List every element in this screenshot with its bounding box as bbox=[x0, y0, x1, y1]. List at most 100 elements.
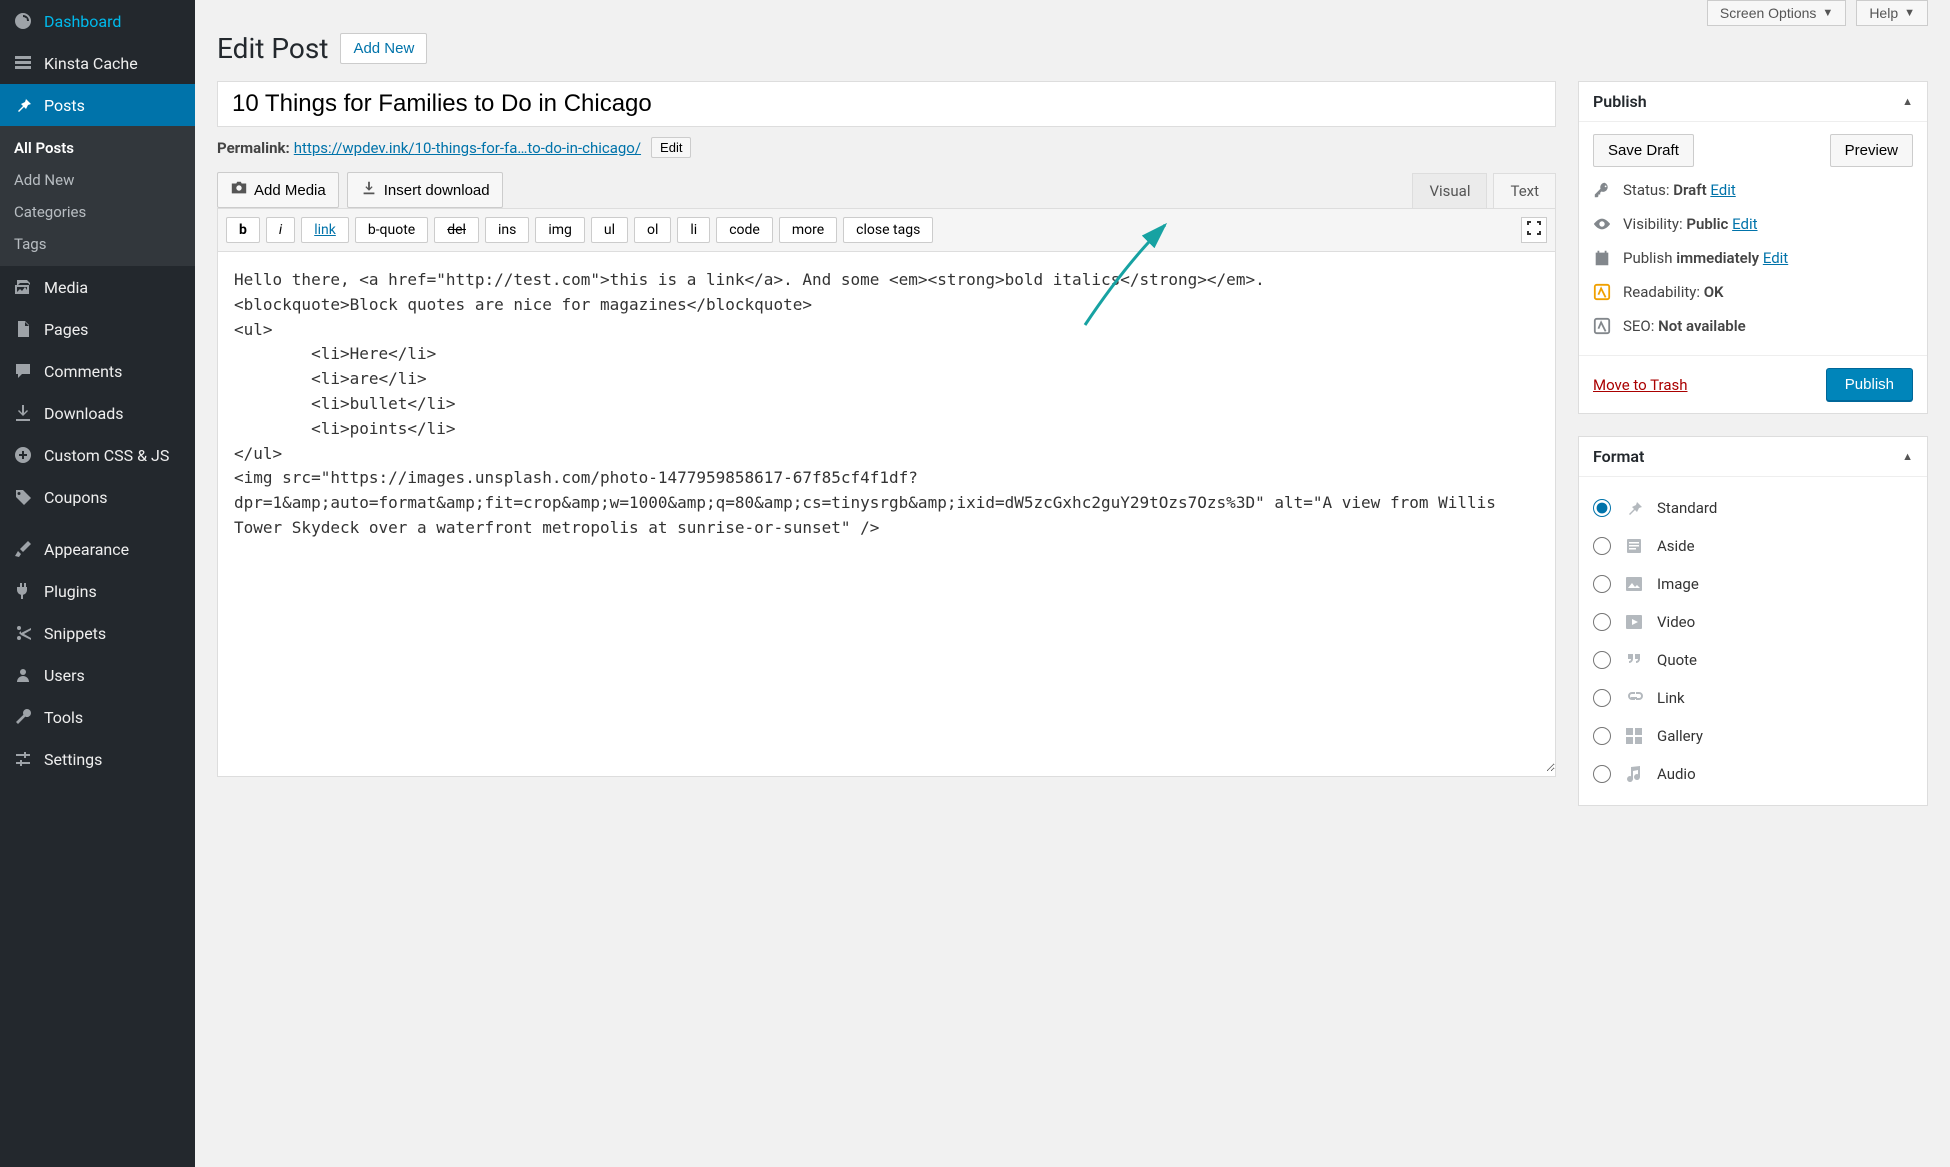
users-icon bbox=[12, 664, 34, 686]
sidebar-submenu-posts: All Posts Add New Categories Tags bbox=[0, 126, 195, 266]
sidebar-item-label: Tools bbox=[44, 708, 83, 727]
format-option-audio[interactable]: Audio bbox=[1593, 755, 1913, 793]
format-radio[interactable] bbox=[1593, 727, 1611, 745]
edit-visibility-link[interactable]: Edit bbox=[1732, 215, 1757, 233]
format-label: Link bbox=[1657, 689, 1685, 707]
add-media-button[interactable]: Add Media bbox=[217, 172, 339, 208]
qt-link-button[interactable]: link bbox=[301, 217, 349, 243]
sidebar-sub-tags[interactable]: Tags bbox=[0, 228, 195, 260]
gallery-format-icon bbox=[1623, 725, 1645, 747]
sidebar-sub-categories[interactable]: Categories bbox=[0, 196, 195, 228]
sidebar-item-label: Settings bbox=[44, 750, 102, 769]
sidebar-item-custom-css-js[interactable]: Custom CSS & JS bbox=[0, 434, 195, 476]
sidebar-item-snippets[interactable]: Snippets bbox=[0, 612, 195, 654]
qt-del-button[interactable]: del bbox=[434, 217, 479, 243]
pin-icon bbox=[12, 94, 34, 116]
edit-permalink-button[interactable]: Edit bbox=[651, 137, 691, 158]
sidebar-item-downloads[interactable]: Downloads bbox=[0, 392, 195, 434]
move-to-trash-link[interactable]: Move to Trash bbox=[1593, 376, 1687, 394]
sidebar-item-dashboard[interactable]: Dashboard bbox=[0, 0, 195, 42]
format-radio[interactable] bbox=[1593, 689, 1611, 707]
qt-code-button[interactable]: code bbox=[716, 217, 773, 243]
qt-closetags-button[interactable]: close tags bbox=[843, 217, 933, 243]
format-radio[interactable] bbox=[1593, 651, 1611, 669]
key-icon bbox=[1593, 181, 1613, 199]
publish-metabox: Publish ▲ Save Draft Preview Status: Dra… bbox=[1578, 81, 1928, 414]
post-title-input[interactable] bbox=[217, 81, 1556, 127]
format-label: Aside bbox=[1657, 537, 1695, 555]
sidebar-sub-add-new[interactable]: Add New bbox=[0, 164, 195, 196]
format-option-aside[interactable]: Aside bbox=[1593, 527, 1913, 565]
permalink-row: Permalink: https://wpdev.ink/10-things-f… bbox=[217, 137, 1556, 158]
sidebar-item-posts[interactable]: Posts bbox=[0, 84, 195, 126]
sidebar-item-kinsta-cache[interactable]: Kinsta Cache bbox=[0, 42, 195, 84]
sidebar-sub-all-posts[interactable]: All Posts bbox=[0, 132, 195, 164]
sidebar-item-label: Appearance bbox=[44, 540, 129, 559]
sidebar-item-label: Custom CSS & JS bbox=[44, 446, 169, 465]
sidebar-item-coupons[interactable]: Coupons bbox=[0, 476, 195, 518]
qt-bquote-button[interactable]: b-quote bbox=[355, 217, 428, 243]
chevron-up-icon: ▲ bbox=[1902, 450, 1913, 463]
screen-options-button[interactable]: Screen Options ▼ bbox=[1707, 0, 1846, 26]
publish-button[interactable]: Publish bbox=[1826, 368, 1913, 401]
help-button[interactable]: Help ▼ bbox=[1856, 0, 1928, 26]
sidebar-item-comments[interactable]: Comments bbox=[0, 350, 195, 392]
qt-more-button[interactable]: more bbox=[779, 217, 837, 243]
dashboard-icon bbox=[12, 10, 34, 32]
format-metabox-toggle[interactable]: Format ▲ bbox=[1579, 437, 1927, 477]
sidebar-item-tools[interactable]: Tools bbox=[0, 696, 195, 738]
wrench-icon bbox=[12, 706, 34, 728]
quote-format-icon bbox=[1623, 649, 1645, 671]
qt-ul-button[interactable]: ul bbox=[591, 217, 628, 243]
fullscreen-icon bbox=[1527, 221, 1541, 239]
sidebar-item-media[interactable]: Media bbox=[0, 266, 195, 308]
format-option-standard[interactable]: Standard bbox=[1593, 489, 1913, 527]
qt-img-button[interactable]: img bbox=[535, 217, 585, 243]
format-option-link[interactable]: Link bbox=[1593, 679, 1913, 717]
comments-icon bbox=[12, 360, 34, 382]
format-option-quote[interactable]: Quote bbox=[1593, 641, 1913, 679]
media-icon bbox=[12, 276, 34, 298]
format-radio[interactable] bbox=[1593, 765, 1611, 783]
download-icon bbox=[360, 179, 378, 201]
qt-bold-button[interactable]: b bbox=[226, 217, 260, 243]
edit-schedule-link[interactable]: Edit bbox=[1763, 249, 1788, 267]
format-radio[interactable] bbox=[1593, 537, 1611, 555]
fullscreen-button[interactable] bbox=[1521, 217, 1547, 243]
format-option-image[interactable]: Image bbox=[1593, 565, 1913, 603]
qt-li-button[interactable]: li bbox=[677, 217, 710, 243]
format-radio[interactable] bbox=[1593, 499, 1611, 517]
format-option-gallery[interactable]: Gallery bbox=[1593, 717, 1913, 755]
format-label: Quote bbox=[1657, 651, 1697, 669]
format-option-video[interactable]: Video bbox=[1593, 603, 1913, 641]
downloads-icon bbox=[12, 402, 34, 424]
sidebar-item-users[interactable]: Users bbox=[0, 654, 195, 696]
save-draft-button[interactable]: Save Draft bbox=[1593, 134, 1694, 167]
permalink-link[interactable]: https://wpdev.ink/10-things-for-fa…to-do… bbox=[294, 139, 641, 157]
format-radio[interactable] bbox=[1593, 613, 1611, 631]
qt-ins-button[interactable]: ins bbox=[485, 217, 529, 243]
preview-button[interactable]: Preview bbox=[1830, 134, 1913, 167]
sidebar-item-plugins[interactable]: Plugins bbox=[0, 570, 195, 612]
sidebar-item-settings[interactable]: Settings bbox=[0, 738, 195, 780]
publish-title: Publish bbox=[1593, 92, 1647, 111]
sidebar-item-label: Pages bbox=[44, 320, 88, 339]
add-new-button[interactable]: Add New bbox=[340, 33, 427, 64]
sidebar-item-pages[interactable]: Pages bbox=[0, 308, 195, 350]
sidebar-item-label: Downloads bbox=[44, 404, 123, 423]
format-label: Image bbox=[1657, 575, 1699, 593]
tab-text[interactable]: Text bbox=[1493, 173, 1556, 208]
sidebar-item-label: Media bbox=[44, 278, 88, 297]
insert-download-button[interactable]: Insert download bbox=[347, 172, 503, 208]
edit-status-link[interactable]: Edit bbox=[1710, 181, 1735, 199]
format-radio[interactable] bbox=[1593, 575, 1611, 593]
qt-ol-button[interactable]: ol bbox=[634, 217, 671, 243]
publish-metabox-toggle[interactable]: Publish ▲ bbox=[1579, 82, 1927, 122]
sidebar-item-appearance[interactable]: Appearance bbox=[0, 528, 195, 570]
tab-visual[interactable]: Visual bbox=[1412, 173, 1487, 208]
sidebar-item-label: Posts bbox=[44, 96, 85, 115]
sidebar-item-label: Comments bbox=[44, 362, 122, 381]
video-format-icon bbox=[1623, 611, 1645, 633]
content-textarea[interactable] bbox=[218, 252, 1555, 772]
qt-italic-button[interactable]: i bbox=[266, 217, 295, 243]
